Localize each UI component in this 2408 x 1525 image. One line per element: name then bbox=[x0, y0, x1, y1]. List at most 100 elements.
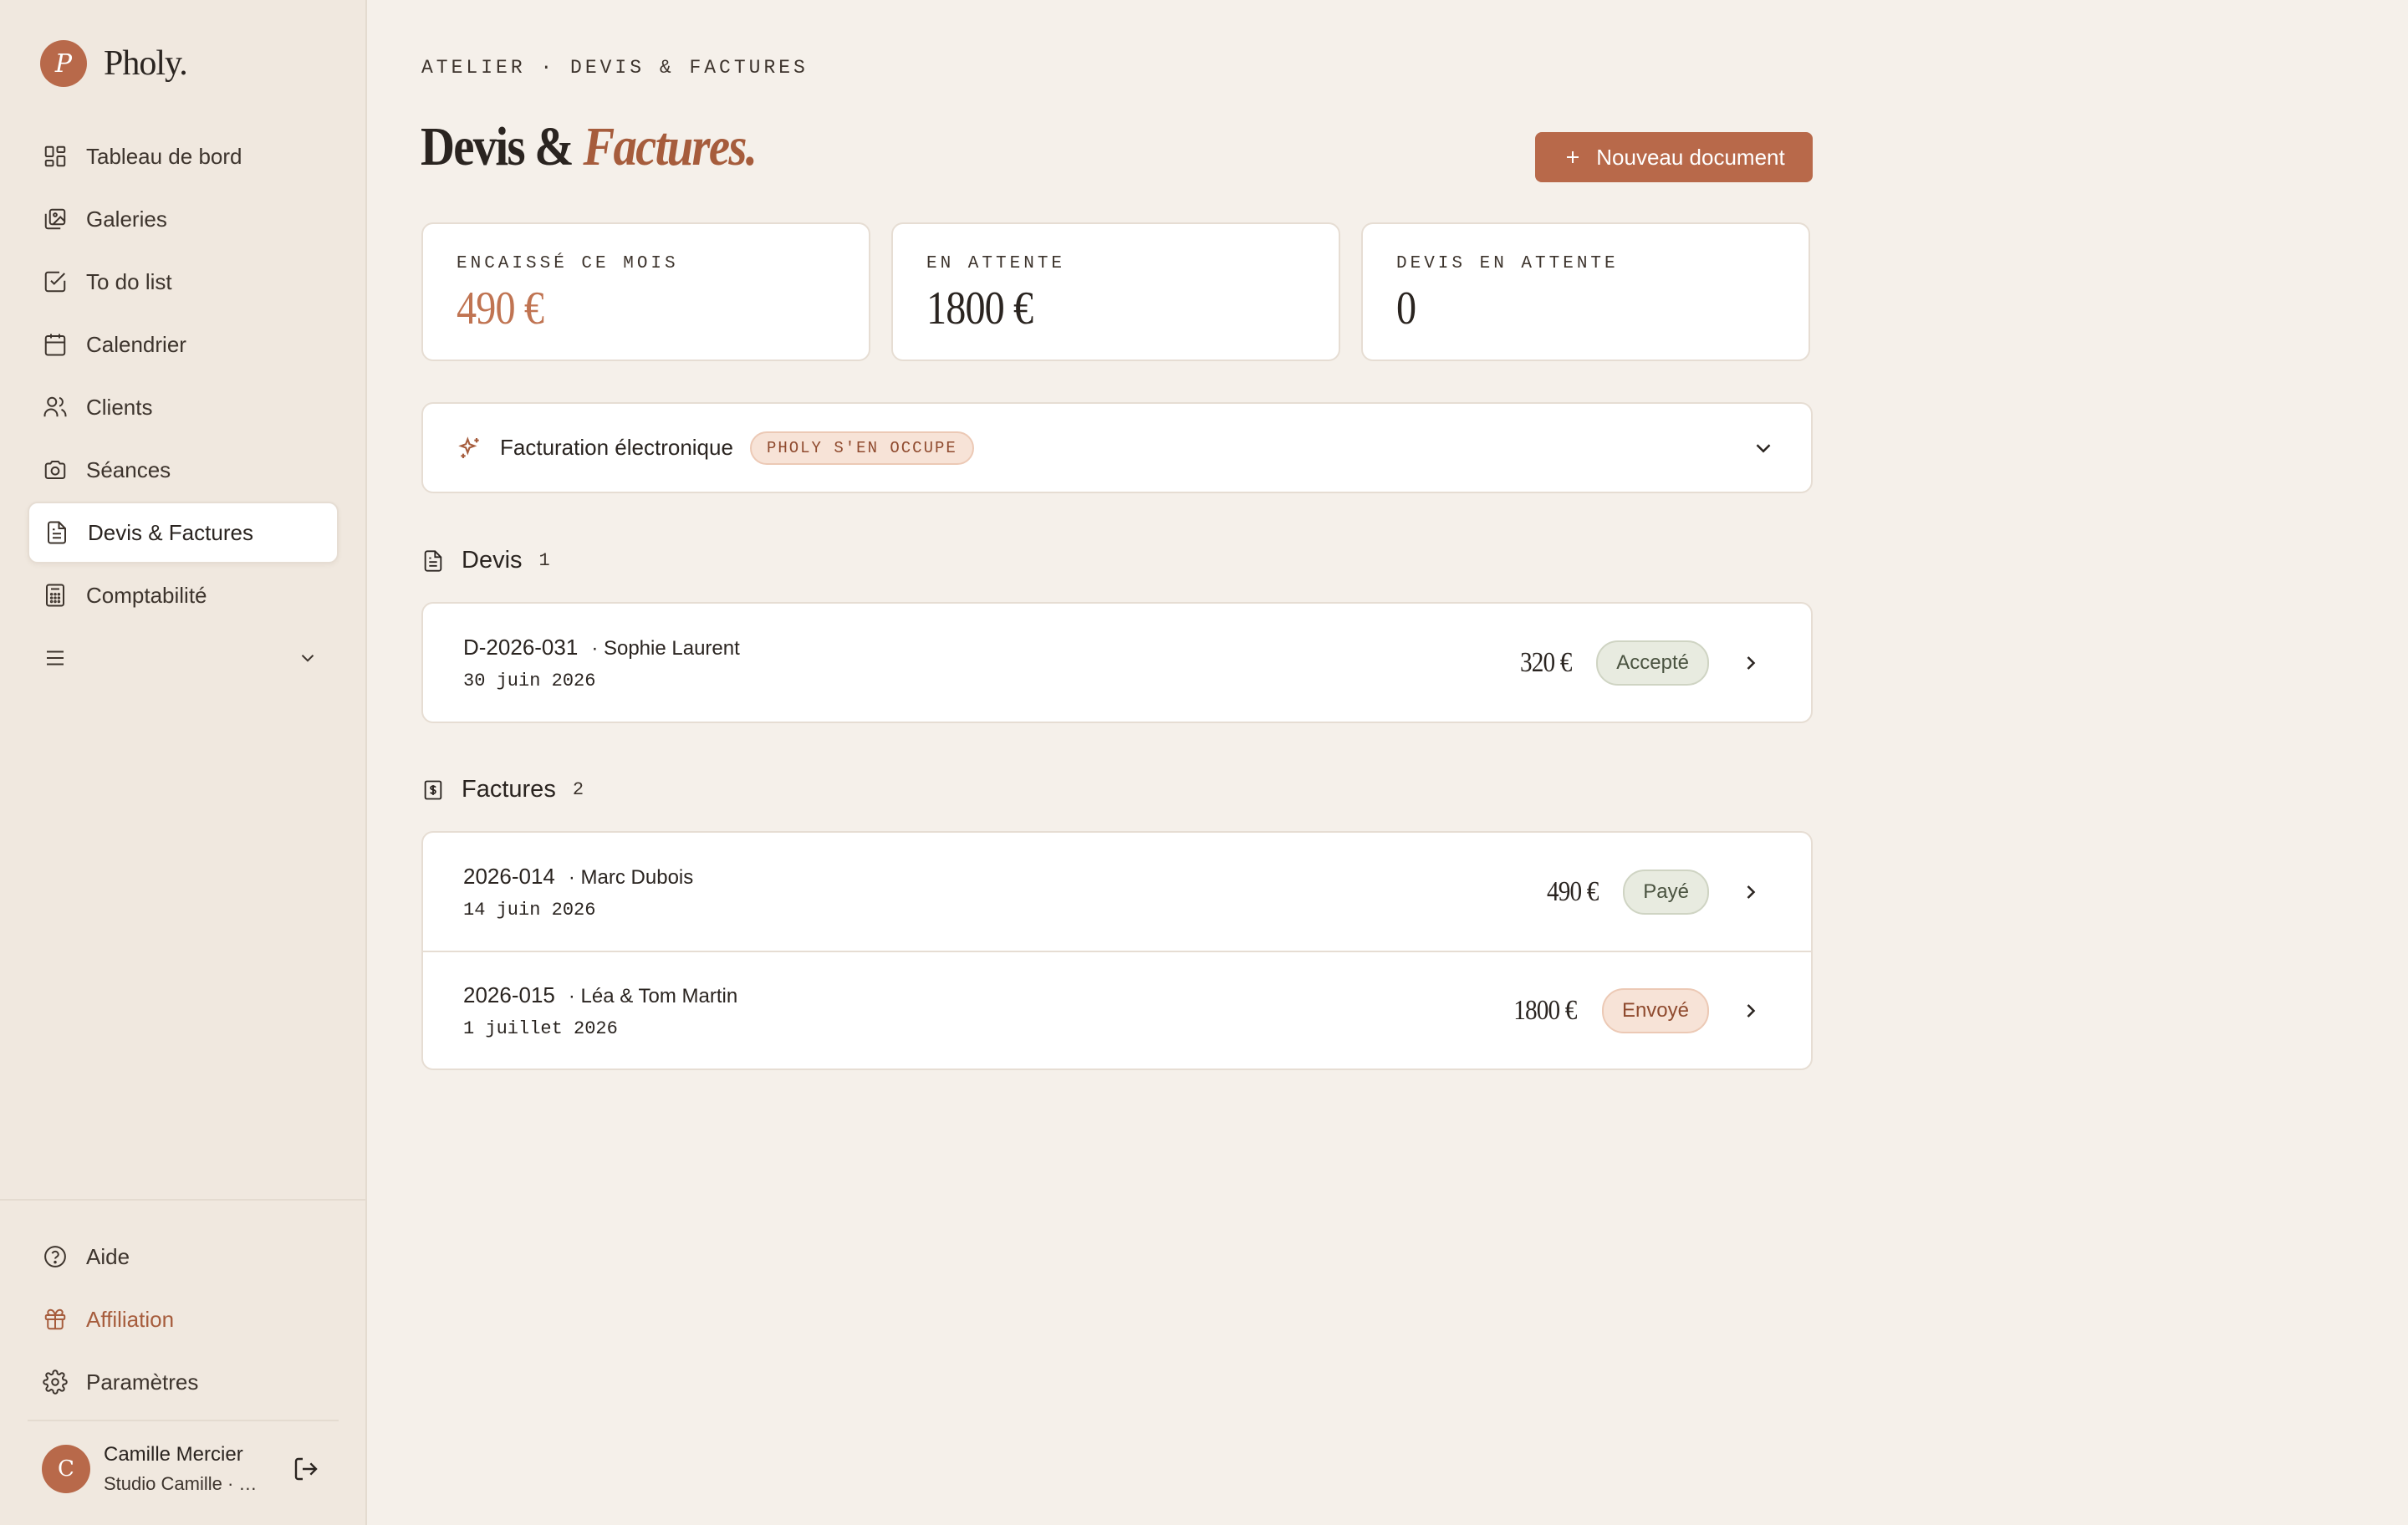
main-nav: Tableau de bord Galeries To do list Cale… bbox=[28, 125, 339, 690]
brand[interactable]: P Pholy. bbox=[40, 40, 188, 87]
doc-number: 2026-014 bbox=[463, 863, 555, 889]
document-icon bbox=[48, 521, 66, 544]
gift-icon bbox=[44, 1308, 66, 1330]
invoices-count: 2 bbox=[572, 779, 584, 800]
stat-label: EN ATTENTE bbox=[926, 254, 1066, 273]
receipt-icon bbox=[424, 780, 442, 799]
sidebar-item-label: Aide bbox=[86, 1243, 130, 1269]
doc-amount: 1800 € bbox=[1513, 994, 1578, 1026]
doc-date: 14 juin 2026 bbox=[463, 899, 596, 921]
doc-client: · Marc Dubois bbox=[568, 865, 694, 889]
sidebar-more-toggle[interactable] bbox=[28, 627, 339, 689]
logout-icon[interactable] bbox=[293, 1456, 319, 1482]
doc-line: 2026-014 · Marc Dubois bbox=[463, 864, 1538, 890]
sidebar-item-label: Séances bbox=[86, 456, 171, 482]
avatar[interactable]: C bbox=[42, 1445, 90, 1493]
page-title-accent: Factures. bbox=[583, 116, 758, 177]
status-badge: Envoyé bbox=[1601, 987, 1709, 1033]
stat-value: 490 € bbox=[457, 283, 544, 334]
stat-card-collected: ENCAISSÉ CE MOIS 490 € bbox=[421, 222, 870, 361]
sidebar-item-label: Paramètres bbox=[86, 1369, 199, 1395]
user-info: Camille Mercier Studio Camille · Photogr… bbox=[104, 1443, 268, 1495]
sidebar-item-quotes-invoices[interactable]: Devis & Factures bbox=[28, 502, 339, 564]
stat-card-pending: EN ATTENTE 1800 € bbox=[891, 222, 1340, 361]
chevron-down-icon bbox=[301, 655, 314, 662]
help-icon bbox=[44, 1246, 66, 1267]
sidebar-item-label: To do list bbox=[86, 268, 172, 294]
stats-row: ENCAISSÉ CE MOIS 490 € EN ATTENTE 1800 €… bbox=[421, 222, 1810, 361]
doc-info: 2026-015 · Léa & Tom Martin 1 juillet 20… bbox=[463, 982, 1503, 1039]
user-name: Camille Mercier bbox=[104, 1443, 243, 1466]
gear-icon bbox=[43, 1369, 68, 1395]
chevron-down-icon[interactable] bbox=[1751, 436, 1776, 461]
doc-amount: 320 € bbox=[1519, 646, 1572, 678]
sidebar-item-accounting[interactable]: Comptabilité bbox=[28, 564, 339, 626]
calendar-icon bbox=[44, 334, 66, 356]
gallery-icon bbox=[44, 208, 66, 230]
document-icon bbox=[424, 549, 442, 572]
sidebar-item-label: Calendrier bbox=[86, 331, 186, 357]
sidebar-item-label: Galeries bbox=[86, 206, 167, 232]
invoice-row[interactable]: 2026-015 · Léa & Tom Martin 1 juillet 20… bbox=[423, 951, 1811, 1069]
sidebar-item-label: Tableau de bord bbox=[86, 143, 242, 169]
new-document-label: Nouveau document bbox=[1596, 144, 1785, 170]
quotes-section-title: Devis bbox=[462, 547, 523, 574]
sidebar-item-affiliation[interactable]: Affiliation bbox=[28, 1288, 339, 1350]
sidebar-item-help[interactable]: Aide bbox=[28, 1226, 339, 1288]
quote-row[interactable]: D-2026-031 · Sophie Laurent 30 juin 2026… bbox=[423, 604, 1811, 722]
doc-client: · Léa & Tom Martin bbox=[568, 984, 738, 1007]
einvoice-badge: PHOLY S'EN OCCUPE bbox=[749, 431, 974, 465]
invoices-section-header: Factures 2 bbox=[421, 776, 584, 803]
quotes-section-header: Devis 1 bbox=[421, 547, 550, 574]
einvoice-title: Facturation électronique bbox=[500, 435, 733, 460]
breadcrumb: ATELIER · DEVIS & FACTURES bbox=[421, 57, 809, 79]
user-profile: C Camille Mercier Studio Camille · Photo… bbox=[42, 1443, 326, 1495]
brand-logo: P bbox=[40, 40, 87, 87]
doc-line: 2026-015 · Léa & Tom Martin bbox=[463, 982, 1503, 1008]
status-badge: Payé bbox=[1623, 869, 1709, 915]
sidebar-divider bbox=[0, 1199, 365, 1201]
doc-number: D-2026-031 bbox=[463, 634, 579, 660]
chevron-right-icon bbox=[1747, 1003, 1756, 1018]
quotes-list: D-2026-031 · Sophie Laurent 30 juin 2026… bbox=[421, 602, 1813, 723]
status-badge: Accepté bbox=[1596, 640, 1709, 686]
invoice-row[interactable]: 2026-014 · Marc Dubois 14 juin 2026 490 … bbox=[423, 833, 1811, 951]
secondary-nav: Aide Affiliation Paramètres bbox=[28, 1226, 339, 1414]
sidebar-item-clients[interactable]: Clients bbox=[28, 376, 339, 438]
sparkles-icon bbox=[458, 436, 479, 458]
invoices-section-title: Factures bbox=[462, 776, 556, 803]
stat-value: 0 bbox=[1396, 283, 1416, 334]
stat-label: ENCAISSÉ CE MOIS bbox=[457, 254, 679, 273]
main-content: ATELIER · DEVIS & FACTURES Devis & Factu… bbox=[367, 0, 2408, 1525]
doc-line: D-2026-031 · Sophie Laurent bbox=[463, 635, 1512, 660]
sidebar-item-label: Affiliation bbox=[86, 1306, 175, 1332]
page-title-main: Devis & bbox=[421, 116, 574, 177]
doc-info: 2026-014 · Marc Dubois 14 juin 2026 bbox=[463, 864, 1538, 921]
sidebar: P Pholy. Tableau de bord Galeries To do … bbox=[0, 0, 367, 1525]
stat-value: 1800 € bbox=[926, 283, 1033, 334]
sidebar-item-label: Devis & Factures bbox=[88, 519, 253, 545]
calculator-icon bbox=[46, 584, 64, 607]
stat-card-pending-quotes: DEVIS EN ATTENTE 0 bbox=[1361, 222, 1810, 361]
users-icon bbox=[43, 396, 67, 417]
sidebar-item-galleries[interactable]: Galeries bbox=[28, 188, 339, 250]
checkbox-icon bbox=[44, 271, 66, 293]
stat-label: DEVIS EN ATTENTE bbox=[1396, 254, 1619, 273]
sidebar-item-dashboard[interactable]: Tableau de bord bbox=[28, 125, 339, 187]
page-title: Devis & Factures. bbox=[421, 115, 758, 179]
sidebar-item-todo[interactable]: To do list bbox=[28, 251, 339, 313]
chevron-right-icon bbox=[1747, 885, 1756, 899]
doc-number: 2026-015 bbox=[463, 982, 555, 1007]
new-document-button[interactable]: Nouveau document bbox=[1535, 132, 1813, 182]
menu-icon bbox=[47, 650, 64, 666]
chevron-right-icon bbox=[1747, 655, 1756, 670]
doc-info: D-2026-031 · Sophie Laurent 30 juin 2026 bbox=[463, 635, 1512, 691]
camera-icon bbox=[44, 461, 66, 479]
user-studio: Studio Camille · Photographie bbox=[104, 1473, 268, 1494]
sidebar-item-settings[interactable]: Paramètres bbox=[28, 1351, 339, 1413]
sidebar-item-calendar[interactable]: Calendrier bbox=[28, 314, 339, 375]
quotes-count: 1 bbox=[538, 550, 550, 571]
sidebar-item-sessions[interactable]: Séances bbox=[28, 439, 339, 501]
einvoice-panel[interactable]: Facturation électronique PHOLY S'EN OCCU… bbox=[421, 402, 1813, 493]
doc-date: 1 juillet 2026 bbox=[463, 1018, 618, 1039]
